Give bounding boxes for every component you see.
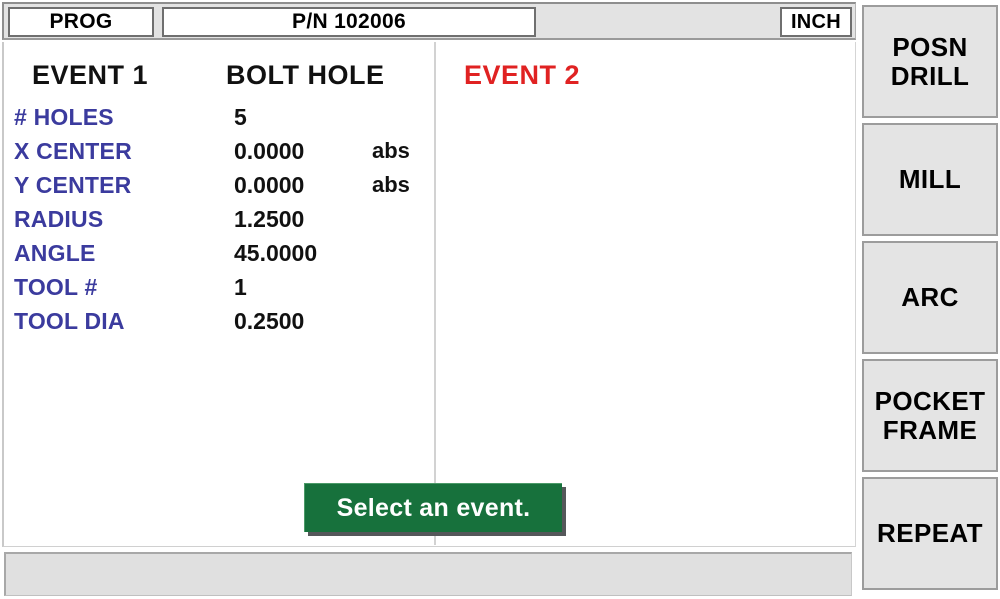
softkey-panel: POSN DRILL MILL ARC POCKET FRAME REPEAT bbox=[860, 0, 1000, 599]
parameter-row[interactable]: X CENTER 0.0000 abs bbox=[4, 138, 434, 172]
event-type-header: BOLT HOLE bbox=[226, 60, 385, 90]
softkey-label-line1: REPEAT bbox=[877, 518, 983, 549]
parameter-label: RADIUS bbox=[14, 206, 104, 232]
softkey-posn-drill[interactable]: POSN DRILL bbox=[862, 5, 998, 118]
parameter-reference-mode[interactable]: abs bbox=[372, 172, 410, 198]
softkey-arc[interactable]: ARC bbox=[862, 241, 998, 354]
event2-header: EVENT 2 bbox=[464, 60, 581, 90]
parameter-row[interactable]: ANGLE 45.0000 bbox=[4, 240, 434, 274]
bottom-status-bar bbox=[4, 552, 852, 596]
softkey-mill[interactable]: MILL bbox=[862, 123, 998, 236]
parameter-value[interactable]: 0.0000 bbox=[234, 138, 304, 165]
softkey-label-line1: MILL bbox=[898, 164, 962, 195]
event1-header: EVENT 1 bbox=[32, 60, 149, 90]
parameter-reference-mode[interactable]: abs bbox=[372, 138, 410, 164]
part-number-field[interactable]: P/N 102006 bbox=[162, 7, 536, 37]
parameter-label: ANGLE bbox=[14, 240, 96, 266]
event-content-area: EVENT 1 BOLT HOLE EVENT 2 # HOLES 5 X CENT… bbox=[2, 42, 856, 547]
parameter-row[interactable]: TOOL # 1 bbox=[4, 274, 434, 308]
parameter-row[interactable]: Y CENTER 0.0000 abs bbox=[4, 172, 434, 206]
dro-control-screen: PROG P/N 102006 INCH EVENT 1 BOLT HOLE E… bbox=[0, 0, 1000, 599]
units-indicator[interactable]: INCH bbox=[780, 7, 852, 37]
parameter-value[interactable]: 5 bbox=[234, 104, 247, 131]
parameter-value[interactable]: 1.2500 bbox=[234, 206, 304, 233]
parameter-value[interactable]: 0.2500 bbox=[234, 308, 304, 335]
parameter-value[interactable]: 1 bbox=[234, 274, 247, 301]
parameter-label: # HOLES bbox=[14, 104, 114, 130]
softkey-label-line2: FRAME bbox=[882, 414, 978, 445]
top-status-bar: PROG P/N 102006 INCH bbox=[2, 2, 856, 40]
softkey-repeat[interactable]: REPEAT bbox=[862, 477, 998, 590]
parameter-label: TOOL # bbox=[14, 274, 98, 300]
parameter-label: TOOL DIA bbox=[14, 308, 125, 334]
parameter-label: X CENTER bbox=[14, 138, 132, 164]
parameter-row[interactable]: RADIUS 1.2500 bbox=[4, 206, 434, 240]
parameter-row[interactable]: # HOLES 5 bbox=[4, 104, 434, 138]
softkey-label-line1: POCKET bbox=[874, 386, 986, 417]
status-message-banner: Select an event. bbox=[304, 483, 562, 532]
parameter-value[interactable]: 0.0000 bbox=[234, 172, 304, 199]
parameter-row[interactable]: TOOL DIA 0.2500 bbox=[4, 308, 434, 342]
softkey-label-line1: POSN bbox=[892, 32, 968, 63]
parameter-label: Y CENTER bbox=[14, 172, 132, 198]
parameter-value[interactable]: 45.0000 bbox=[234, 240, 317, 267]
column-divider bbox=[434, 42, 436, 545]
softkey-label-line1: ARC bbox=[901, 282, 959, 313]
status-message-text: Select an event. bbox=[336, 493, 531, 522]
softkey-label-line2: DRILL bbox=[890, 60, 970, 91]
program-mode-field[interactable]: PROG bbox=[8, 7, 154, 37]
softkey-pocket-frame[interactable]: POCKET FRAME bbox=[862, 359, 998, 472]
